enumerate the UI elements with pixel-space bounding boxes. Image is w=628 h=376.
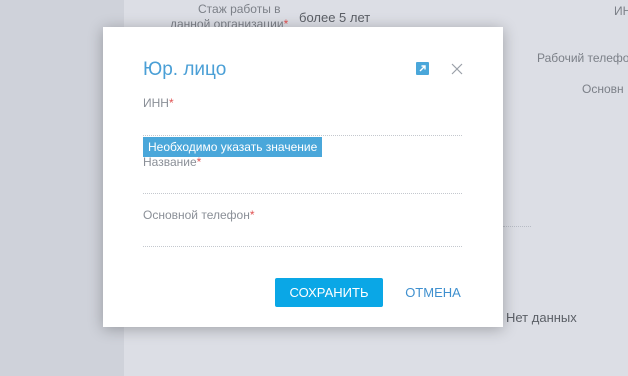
close-button[interactable] bbox=[450, 62, 464, 76]
main-phone-input[interactable] bbox=[143, 224, 462, 247]
inn-label-bg: ИН bbox=[614, 4, 628, 18]
background-divider bbox=[503, 226, 531, 227]
name-label: Название* bbox=[143, 155, 202, 169]
external-link-icon bbox=[419, 65, 426, 72]
inn-input[interactable] bbox=[143, 113, 462, 136]
experience-label: Стаж работы в bbox=[198, 2, 281, 16]
name-input[interactable] bbox=[143, 171, 462, 194]
validation-tooltip: Необходимо указать значение bbox=[143, 137, 323, 157]
save-button[interactable]: СОХРАНИТЬ bbox=[275, 278, 383, 307]
work-phone-label: Рабочий телефо bbox=[537, 51, 628, 65]
main-phone-label: Основной телефон* bbox=[143, 208, 255, 222]
dialog-title: Юр. лицо bbox=[143, 59, 227, 80]
main-label-bg: Основн bbox=[582, 82, 624, 96]
cancel-button[interactable]: ОТМЕНА bbox=[395, 278, 471, 307]
experience-value: более 5 лет bbox=[299, 10, 371, 25]
no-data-text: Нет данных bbox=[506, 310, 577, 325]
close-icon bbox=[451, 63, 463, 75]
maximize-button[interactable] bbox=[416, 62, 429, 75]
inn-label: ИНН* bbox=[143, 96, 174, 110]
legal-entity-dialog: Юр. лицо ИНН* Необходимо указать значени… bbox=[103, 27, 503, 327]
